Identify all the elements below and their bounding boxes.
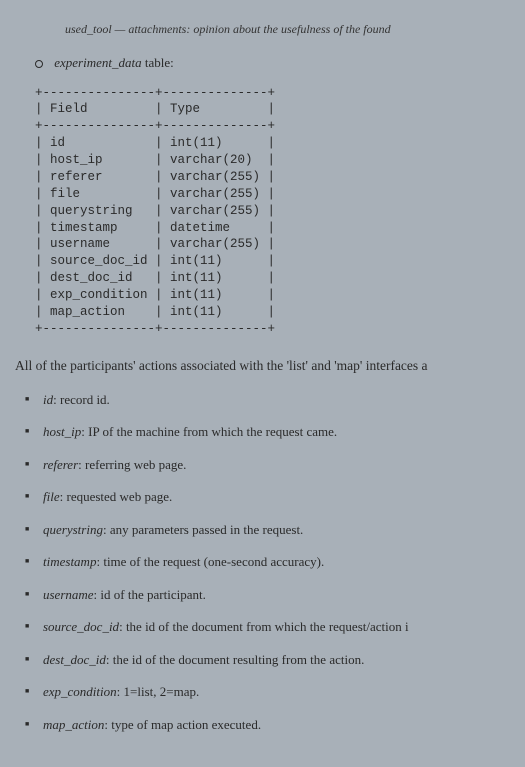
definition-item: source_doc_id: the id of the document fr… <box>43 617 510 637</box>
definition-item: file: requested web page. <box>43 487 510 507</box>
definition-term: host_ip <box>43 424 81 439</box>
definition-term: exp_condition <box>43 684 117 699</box>
definition-term: username <box>43 587 94 602</box>
schema-table: +---------------+--------------+ | Field… <box>35 85 510 338</box>
definition-item: username: id of the participant. <box>43 585 510 605</box>
table-suffix: table: <box>142 55 174 70</box>
definition-term: id <box>43 392 53 407</box>
definition-item: querystring: any parameters passed in th… <box>43 520 510 540</box>
definition-term: file <box>43 489 60 504</box>
definition-desc: requested web page. <box>66 489 172 504</box>
definition-item: map_action: type of map action executed. <box>43 715 510 735</box>
definition-desc: the id of the document from which the re… <box>126 619 409 634</box>
circle-bullet-icon <box>35 60 43 68</box>
table-intro: experiment_data table: <box>35 53 510 73</box>
definition-item: id: record id. <box>43 390 510 410</box>
intro-paragraph: All of the participants' actions associa… <box>15 356 510 376</box>
definition-desc: referring web page. <box>85 457 186 472</box>
definition-desc: type of map action executed. <box>111 717 261 732</box>
definition-item: referer: referring web page. <box>43 455 510 475</box>
definition-term: map_action <box>43 717 104 732</box>
top-fragment-text: used_tool — attachments: opinion about t… <box>65 20 510 38</box>
definition-term: referer <box>43 457 78 472</box>
definition-desc: any parameters passed in the request. <box>110 522 303 537</box>
definition-term: dest_doc_id <box>43 652 106 667</box>
definition-desc: IP of the machine from which the request… <box>88 424 337 439</box>
definition-item: exp_condition: 1=list, 2=map. <box>43 682 510 702</box>
definition-desc: the id of the document resulting from th… <box>113 652 365 667</box>
definition-term: timestamp <box>43 554 96 569</box>
definition-item: host_ip: IP of the machine from which th… <box>43 422 510 442</box>
table-name: experiment_data <box>54 55 141 70</box>
definition-item: dest_doc_id: the id of the document resu… <box>43 650 510 670</box>
definition-desc: record id. <box>60 392 110 407</box>
definition-desc: 1=list, 2=map. <box>124 684 200 699</box>
definitions-list: id: record id. host_ip: IP of the machine… <box>15 390 510 735</box>
definition-term: source_doc_id <box>43 619 119 634</box>
definition-desc: id of the participant. <box>100 587 205 602</box>
definition-desc: time of the request (one-second accuracy… <box>103 554 324 569</box>
definition-term: querystring <box>43 522 103 537</box>
definition-item: timestamp: time of the request (one-seco… <box>43 552 510 572</box>
